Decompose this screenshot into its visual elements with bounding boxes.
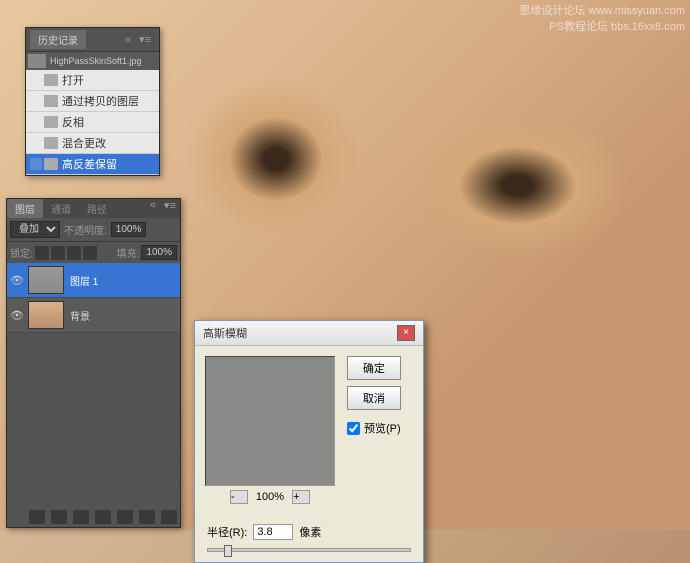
adjustment-icon[interactable] [95, 510, 111, 524]
trash-icon[interactable] [161, 510, 177, 524]
invert-icon [44, 116, 58, 128]
lock-position-icon[interactable] [67, 246, 81, 260]
history-brush-marker-icon[interactable] [30, 158, 42, 170]
radius-row: 半径(R): 像素 [195, 518, 423, 546]
zoom-out-button[interactable]: - [230, 490, 248, 504]
history-item-label: 打开 [62, 72, 84, 88]
slider-thumb[interactable] [224, 545, 232, 557]
layer-name[interactable]: 图层 1 [70, 273, 98, 288]
layer-row[interactable]: 👁 图层 1 [7, 263, 180, 298]
panel-menu-icon[interactable]: ▾≡ [160, 199, 180, 218]
new-layer-icon[interactable] [139, 510, 155, 524]
watermark: 思缘设计论坛 www.missyuan.com PS教程论坛 bbs.16xx8… [519, 2, 685, 34]
opacity-label: 不透明度: [64, 222, 107, 237]
history-marker [30, 95, 42, 107]
preview-checkbox[interactable] [347, 422, 360, 435]
history-marker [30, 137, 42, 149]
snapshot-thumb [28, 54, 46, 68]
radius-unit: 像素 [299, 524, 321, 540]
lock-all-icon[interactable] [83, 246, 97, 260]
lock-row: 锁定: 填充: 100% [7, 241, 180, 263]
history-item-label: 高反差保留 [62, 156, 117, 172]
fx-icon[interactable] [51, 510, 67, 524]
history-marker [30, 116, 42, 128]
tab-paths[interactable]: 路径 [79, 199, 115, 218]
layer-row[interactable]: 👁 背景 [7, 298, 180, 333]
group-icon[interactable] [117, 510, 133, 524]
panel-menu-icon[interactable]: ▾≡ [135, 33, 155, 46]
tab-layers[interactable]: 图层 [7, 199, 43, 218]
layer-name[interactable]: 背景 [70, 308, 90, 323]
preview-image[interactable] [205, 356, 335, 486]
dialog-buttons: 确定 取消 预览(P) [347, 356, 401, 508]
ok-button[interactable]: 确定 [347, 356, 401, 380]
layers-panel-tabs: 图层 通道 路径 « ▾≡ [7, 199, 180, 218]
zoom-value: 100% [256, 491, 284, 503]
tab-channels[interactable]: 通道 [43, 199, 79, 218]
history-item[interactable]: 通过拷贝的图层 [26, 91, 159, 112]
fill-field[interactable]: 100% [141, 245, 177, 260]
zoom-in-button[interactable]: + [292, 490, 310, 504]
dialog-title-text: 高斯模糊 [203, 325, 247, 341]
radius-label: 半径(R): [207, 524, 247, 540]
blend-icon [44, 137, 58, 149]
history-item-label: 混合更改 [62, 135, 106, 151]
cancel-button[interactable]: 取消 [347, 386, 401, 410]
visibility-icon[interactable]: 👁 [10, 308, 24, 322]
mask-icon[interactable] [73, 510, 89, 524]
history-item[interactable]: 打开 [26, 70, 159, 91]
panel-collapse-icon[interactable]: « [146, 199, 160, 218]
history-item[interactable]: 反相 [26, 112, 159, 133]
panel-collapse-icon[interactable]: « [121, 34, 135, 46]
opacity-field[interactable]: 100% [111, 222, 147, 237]
history-panel: 历史记录 « ▾≡ HighPassSkinSoft1.jpg 打开 通过拷贝的… [25, 27, 160, 176]
blend-mode-dropdown[interactable]: 叠加 [10, 221, 60, 238]
layers-panel: 图层 通道 路径 « ▾≡ 叠加 不透明度: 100% 锁定: 填充: 100%… [6, 198, 181, 528]
history-item[interactable]: 混合更改 [26, 133, 159, 154]
file-icon [44, 74, 58, 86]
layers-list: 👁 图层 1 👁 背景 [7, 263, 180, 333]
preview-column: - 100% + [205, 356, 335, 508]
radius-slider[interactable] [207, 548, 411, 552]
history-item[interactable]: 高反差保留 [26, 154, 159, 175]
fill-label: 填充: [117, 245, 140, 260]
radius-input[interactable] [253, 524, 293, 540]
lock-label: 锁定: [10, 245, 33, 260]
dialog-body: - 100% + 确定 取消 预览(P) [195, 346, 423, 518]
preview-label: 预览(P) [364, 420, 401, 436]
gaussian-blur-dialog: 高斯模糊 × - 100% + 确定 取消 预览(P) 半径(R): 像素 [194, 320, 424, 563]
highpass-icon [44, 158, 58, 170]
layer-thumb[interactable] [28, 301, 64, 329]
dialog-titlebar[interactable]: 高斯模糊 × [195, 321, 423, 346]
lock-pixels-icon[interactable] [51, 246, 65, 260]
layer-thumb[interactable] [28, 266, 64, 294]
snapshot-filename: HighPassSkinSoft1.jpg [50, 56, 142, 66]
link-icon[interactable] [29, 510, 45, 524]
history-panel-header[interactable]: 历史记录 « ▾≡ [26, 28, 159, 52]
history-tab[interactable]: 历史记录 [30, 30, 86, 49]
visibility-icon[interactable]: 👁 [10, 273, 24, 287]
history-item-label: 通过拷贝的图层 [62, 93, 139, 109]
zoom-controls: - 100% + [205, 486, 335, 508]
preview-checkbox-row: 预览(P) [347, 420, 401, 436]
history-marker [30, 74, 42, 86]
layers-bottom-toolbar [7, 507, 180, 527]
layers-controls: 叠加 不透明度: 100% [7, 218, 180, 241]
lock-transparency-icon[interactable] [35, 246, 49, 260]
history-item-label: 反相 [62, 114, 84, 130]
close-icon[interactable]: × [397, 325, 415, 341]
history-snapshot-row[interactable]: HighPassSkinSoft1.jpg [26, 52, 159, 70]
layer-icon [44, 95, 58, 107]
